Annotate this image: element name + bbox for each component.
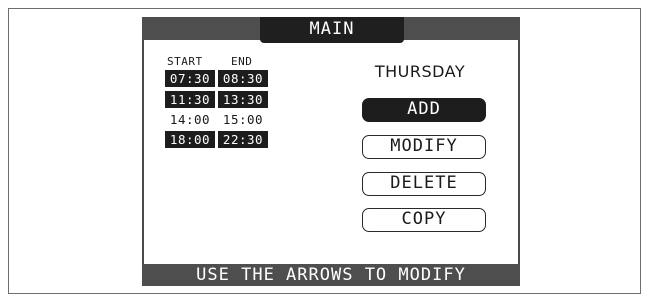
footer-hint: USE THE ARROWS TO MODIFY xyxy=(142,264,520,286)
schedule-row-1-start[interactable]: 07:30 xyxy=(165,70,215,87)
day-label: THURSDAY xyxy=(374,62,466,81)
schedule-row-4-end[interactable]: 22:30 xyxy=(218,131,268,148)
modify-button[interactable]: MODIFY xyxy=(362,135,486,159)
schedule-row-4-start[interactable]: 18:00 xyxy=(165,131,215,148)
copy-button[interactable]: COPY xyxy=(362,208,486,232)
delete-button[interactable]: DELETE xyxy=(362,172,486,196)
schedule-row-3-end[interactable]: 15:00 xyxy=(218,111,268,128)
schedule-row-3-start[interactable]: 14:00 xyxy=(165,111,215,128)
schedule-row-1-end[interactable]: 08:30 xyxy=(218,70,268,87)
schedule-row-2-end[interactable]: 13:30 xyxy=(218,91,268,108)
end-column-header: END xyxy=(231,55,253,68)
screen-title: MAIN xyxy=(260,17,404,43)
start-column-header: START xyxy=(167,55,203,68)
schedule-row-2-start[interactable]: 11:30 xyxy=(165,91,215,108)
add-button[interactable]: ADD xyxy=(362,98,486,122)
